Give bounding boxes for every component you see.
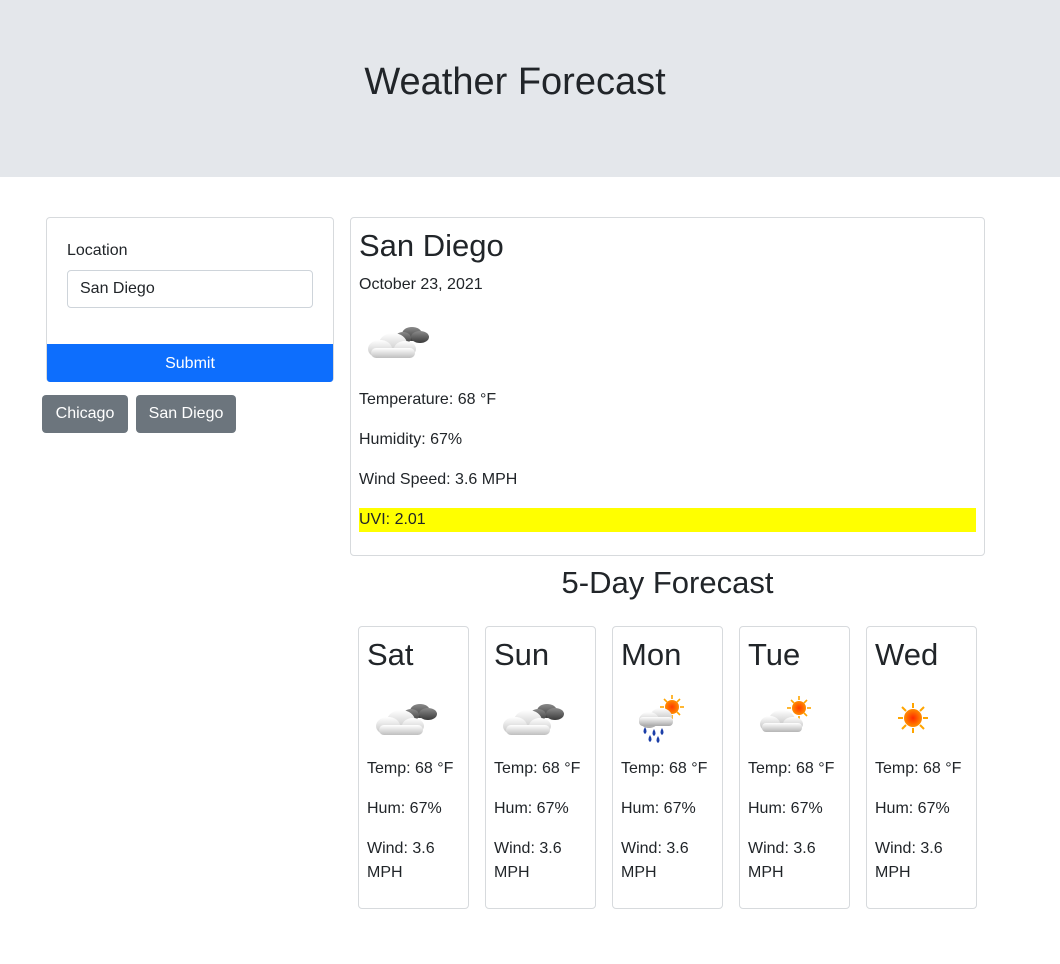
- rain-sun-icon: [639, 695, 684, 743]
- forecast-temp: Temp: 68 °F: [494, 760, 581, 777]
- partly-sunny-icon: [760, 696, 811, 732]
- forecast-day-name: Mon: [621, 637, 682, 672]
- forecast-temp: Temp: 68 °F: [875, 760, 962, 777]
- forecast-card-mon: Mon Temp: 68 °F Hum: 67% Wind: 3.6 MPH: [612, 626, 723, 909]
- forecast-humidity: Hum: 67%: [875, 800, 950, 817]
- current-date: October 23, 2021: [359, 276, 483, 293]
- forecast-wind: Wind: 3.6 MPH: [494, 840, 562, 881]
- forecast-humidity: Hum: 67%: [748, 800, 823, 817]
- cloudy-icon: [376, 704, 437, 735]
- forecast-humidity: Hum: 67%: [494, 800, 569, 817]
- forecast-temp: Temp: 68 °F: [621, 760, 708, 777]
- forecast-temp: Temp: 68 °F: [367, 760, 454, 777]
- forecast-temp: Temp: 68 °F: [748, 760, 835, 777]
- partly-cloudy-icon: [368, 327, 429, 358]
- uv-index-badge: UVI: 2.01: [359, 508, 976, 532]
- location-input[interactable]: [67, 270, 313, 308]
- forecast-day-name: Sat: [367, 637, 414, 672]
- search-form: Location Submit: [46, 217, 334, 382]
- forecast-wind: Wind: 3.6 MPH: [748, 840, 816, 881]
- forecast-wind: Wind: 3.6 MPH: [875, 840, 943, 881]
- forecast-card-wed: Wed Temp: 68 °F Hum: 67% Wind: 3.6 MPH: [866, 626, 977, 909]
- forecast-wind: Wind: 3.6 MPH: [621, 840, 689, 881]
- forecast-card-tue: Tue Temp: 68 °F Hum: 67% Wind: 3.6 MPH: [739, 626, 850, 909]
- city-name: San Diego: [359, 228, 504, 263]
- cloudy-icon: [503, 704, 564, 735]
- forecast-humidity: Hum: 67%: [621, 800, 696, 817]
- history-button-san-diego[interactable]: San Diego: [136, 395, 236, 433]
- forecast-card-sun: Sun Temp: 68 °F Hum: 67% Wind: 3.6 MPH: [485, 626, 596, 909]
- sun-icon: [898, 703, 928, 733]
- forecast-day-name: Wed: [875, 637, 939, 672]
- history-button-chicago[interactable]: Chicago: [42, 395, 128, 433]
- submit-button[interactable]: Submit: [47, 344, 333, 382]
- forecast-wind: Wind: 3.6 MPH: [367, 840, 435, 881]
- forecast-title: 5-Day Forecast: [561, 565, 774, 600]
- current-humidity: Humidity: 67%: [359, 431, 463, 448]
- page-title: Weather Forecast: [364, 61, 666, 103]
- current-wind-speed: Wind Speed: 3.6 MPH: [359, 471, 518, 488]
- forecast-card-sat: Sat Temp: 68 °F Hum: 67% Wind: 3.6 MPH: [358, 626, 469, 909]
- forecast-day-name: Tue: [748, 637, 801, 672]
- forecast-humidity: Hum: 67%: [367, 800, 442, 817]
- page-header: Weather Forecast: [0, 0, 1060, 177]
- current-temperature: Temperature: 68 °F: [359, 391, 497, 408]
- forecast-day-name: Sun: [494, 637, 550, 672]
- current-weather-card: San Diego October 23, 2021 Temperature: …: [350, 217, 985, 556]
- location-label: Location: [67, 242, 128, 259]
